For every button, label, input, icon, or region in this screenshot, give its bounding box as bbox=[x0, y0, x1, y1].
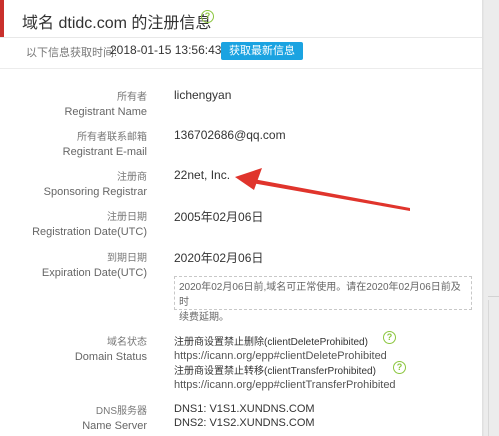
registrar-label-cn: 注册商 bbox=[117, 172, 147, 183]
help-icon[interactable]: ? bbox=[393, 361, 406, 374]
registration-date-value: 2005年02月06日 bbox=[174, 210, 264, 224]
annotation-arrow-head bbox=[235, 168, 262, 190]
divider bbox=[0, 68, 482, 69]
email-label-en: Registrant E-mail bbox=[62, 146, 147, 158]
registrant-label-cn: 所有者 bbox=[117, 92, 147, 103]
domain-status-label-cn: 域名状态 bbox=[107, 337, 147, 348]
registration-date-label-cn: 注册日期 bbox=[107, 212, 147, 223]
registrar-value: 22net, Inc. bbox=[174, 168, 231, 182]
dns-server-1: DNS1: V1S1.XUNDNS.COM bbox=[174, 403, 315, 415]
fetch-time-value: 2018-01-15 13:56:43 bbox=[110, 43, 222, 57]
registrar-label-en: Sponsoring Registrar bbox=[43, 186, 147, 198]
title-accent-bar bbox=[0, 0, 4, 37]
dns-server-2: DNS2: V1S2.XUNDNS.COM bbox=[174, 417, 315, 429]
name-server-label-cn: DNS服务器 bbox=[95, 406, 147, 417]
annotation-arrow-shaft bbox=[246, 178, 410, 211]
refresh-info-button[interactable]: 获取最新信息 bbox=[221, 42, 303, 60]
title-domain: dtidc.com bbox=[58, 15, 127, 32]
expiration-date-label-en: Expiration Date(UTC) bbox=[41, 267, 147, 279]
title-bar: 域名 dtidc.com 的注册信息 ? bbox=[0, 0, 482, 38]
notice-line-1: 2020年02月06日前,域名可正常使用。请在2020年02月06日前及时 bbox=[179, 282, 461, 308]
registrar-label: 注册商 Sponsoring Registrar bbox=[44, 168, 147, 198]
status-item: 注册商设置禁止删除(clientDeleteProhibited) https:… bbox=[174, 333, 387, 362]
panel-border bbox=[488, 296, 499, 297]
fetch-time-label: 以下信息获取时间: bbox=[26, 47, 118, 59]
domain-status-label: 域名状态 Domain Status bbox=[75, 333, 147, 363]
name-server-label-en: Name Server bbox=[82, 420, 147, 432]
status-item-label: 注册商设置禁止转移(clientTransferProhibited) bbox=[174, 366, 376, 377]
title-prefix: 域名 bbox=[22, 15, 55, 32]
adjacent-panel bbox=[484, 0, 499, 436]
status-item: 注册商设置禁止转移(clientTransferProhibited) http… bbox=[174, 362, 396, 391]
name-server-label: DNS服务器 Name Server bbox=[82, 402, 147, 432]
help-icon[interactable]: ? bbox=[201, 10, 214, 23]
title-suffix: 的注册信息 bbox=[131, 15, 212, 32]
domain-status-label-en: Domain Status bbox=[74, 351, 147, 363]
email-label-cn: 所有者联系邮箱 bbox=[77, 132, 147, 143]
status-item-url[interactable]: https://icann.org/epp#clientDeleteProhib… bbox=[174, 350, 387, 362]
page-title: 域名 dtidc.com 的注册信息 bbox=[22, 9, 211, 33]
expiration-notice: 2020年02月06日前,域名可正常使用。请在2020年02月06日前及时 续费… bbox=[174, 276, 472, 323]
expiration-date-label: 到期日期 Expiration Date(UTC) bbox=[42, 249, 147, 279]
expiration-date-value: 2020年02月06日 bbox=[174, 251, 264, 265]
registrant-label: 所有者 Registrant Name bbox=[64, 88, 147, 118]
notice-line-2: 续费延期。 bbox=[179, 312, 229, 323]
status-item-url[interactable]: https://icann.org/epp#clientTransferProh… bbox=[174, 379, 396, 391]
registration-date-label-en: Registration Date(UTC) bbox=[32, 226, 147, 238]
panel-border bbox=[488, 300, 489, 436]
registration-date-label: 注册日期 Registration Date(UTC) bbox=[32, 208, 147, 238]
email-label: 所有者联系邮箱 Registrant E-mail bbox=[63, 128, 147, 158]
expiration-date-label-cn: 到期日期 bbox=[107, 253, 147, 264]
status-item-label: 注册商设置禁止删除(clientDeleteProhibited) bbox=[174, 337, 368, 348]
email-value: 136702686@qq.com bbox=[174, 128, 286, 142]
registrant-label-en: Registrant Name bbox=[64, 106, 147, 118]
help-icon[interactable]: ? bbox=[383, 331, 396, 344]
whois-card: 域名 dtidc.com 的注册信息 ? 以下信息获取时间: 2018-01-1… bbox=[0, 0, 483, 436]
registrant-value: lichengyan bbox=[174, 88, 232, 102]
